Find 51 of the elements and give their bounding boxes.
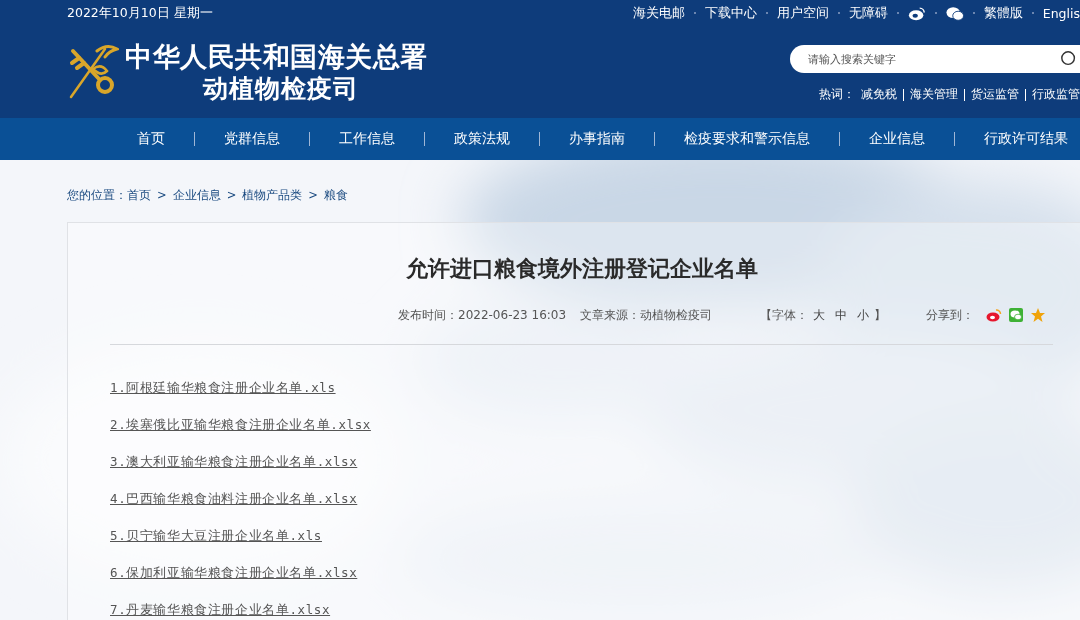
- article-title: 允许进口粮食境外注册登记企业名单: [404, 255, 759, 283]
- attachment-link[interactable]: 3.澳大利亚输华粮食注册企业名单.xlsx: [110, 454, 358, 470]
- breadcrumb-link[interactable]: 首页: [127, 187, 151, 203]
- search-field[interactable]: 请输入搜索关键字: [790, 45, 1080, 73]
- nav-tab[interactable]: 党群信息: [224, 130, 280, 148]
- wechat-icon[interactable]: [945, 5, 964, 21]
- nav-tab[interactable]: 检疫要求和警示信息: [684, 130, 810, 148]
- share-label: 分享到：: [926, 306, 975, 324]
- header-link[interactable]: 海关电邮: [632, 4, 685, 22]
- article-source: 文章来源：动植物检疫司: [580, 306, 713, 324]
- attachment-link[interactable]: 2.埃塞俄比亚输华粮食注册企业名单.xlsx: [110, 417, 371, 433]
- breadcrumb-link[interactable]: 粮食: [323, 187, 348, 203]
- header-link[interactable]: Englis: [1042, 5, 1080, 21]
- breadcrumb-separator: >: [157, 187, 167, 203]
- breadcrumb-link[interactable]: 植物产品类: [242, 187, 303, 203]
- font-size-link[interactable]: 小: [857, 306, 870, 324]
- breadcrumb-separator: >: [226, 187, 237, 203]
- weibo-icon[interactable]: [907, 5, 926, 21]
- attachment-link[interactable]: 4.巴西输华粮食油料注册企业名单.xlsx: [110, 491, 358, 507]
- site-title: 中华人民共和国海关总署: [125, 41, 428, 73]
- attachment-link[interactable]: 1.阿根廷输华粮食注册企业名单.xls: [110, 380, 336, 396]
- nav-tab[interactable]: 企业信息: [869, 130, 925, 148]
- site-subtitle: 动植物检疫司: [201, 73, 360, 105]
- hot-words-label: 热词：: [819, 87, 855, 102]
- nav-tab[interactable]: 办事指南: [569, 130, 625, 148]
- publish-time: 发布时间：2022-06-23 16:03: [398, 306, 567, 324]
- nav-tab[interactable]: 行政许可结果: [984, 130, 1068, 148]
- header-link[interactable]: 下载中心: [704, 4, 757, 22]
- bracket-text: 】: [874, 306, 887, 324]
- date-text: 2022年10月10日 星期一: [67, 5, 214, 21]
- breadcrumb-separator: >: [308, 187, 318, 203]
- hot-word-link[interactable]: 减免税: [861, 87, 897, 102]
- hot-word-link[interactable]: 货运监管: [971, 87, 1019, 102]
- nav-tab[interactable]: 政策法规: [454, 130, 510, 148]
- nav-tab[interactable]: 工作信息: [339, 130, 395, 148]
- font-size-link[interactable]: 中: [835, 306, 848, 324]
- header-link[interactable]: 无障碍: [848, 4, 888, 22]
- attachment-link[interactable]: 6.保加利亚输华粮食注册企业名单.xlsx: [110, 565, 358, 581]
- font-size-link[interactable]: 大: [813, 306, 826, 324]
- attachment-link[interactable]: 5.贝宁输华大豆注册企业名单.xls: [110, 528, 322, 544]
- search-icon[interactable]: [1060, 50, 1078, 68]
- nav-tab[interactable]: 首页: [137, 130, 165, 148]
- breadcrumb-link[interactable]: 企业信息: [172, 187, 221, 203]
- breadcrumb-label: 您的位置：: [67, 187, 127, 203]
- header-link[interactable]: 繁體版: [983, 4, 1023, 22]
- hot-word-link[interactable]: 行政监管: [1032, 87, 1080, 102]
- star-icon[interactable]: [1030, 307, 1047, 323]
- hot-word-link[interactable]: 海关管理: [910, 87, 958, 102]
- header-link[interactable]: 用户空间: [776, 4, 829, 22]
- attachment-link[interactable]: 7.丹麦输华粮食注册企业名单.xlsx: [110, 602, 331, 618]
- font-size-label: 【字体：: [760, 306, 809, 324]
